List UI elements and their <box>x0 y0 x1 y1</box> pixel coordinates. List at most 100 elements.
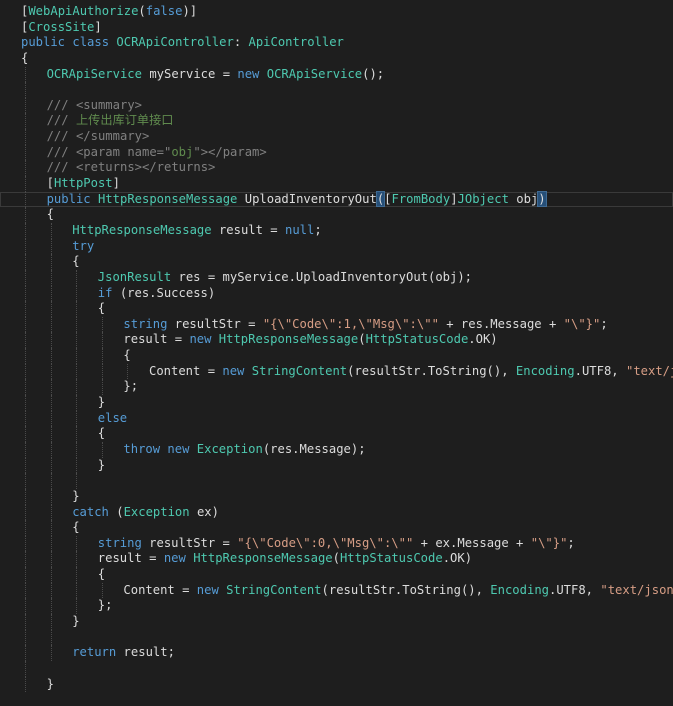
code-line[interactable]: } <box>0 488 673 505</box>
indent-guide <box>25 535 26 552</box>
code-token: class <box>72 35 110 50</box>
code-line[interactable]: /// 上传出库订单接口 <box>0 113 673 130</box>
indent-guide <box>76 535 78 552</box>
code-line[interactable] <box>0 473 673 489</box>
code-line[interactable]: public HttpResponseMessage UploadInvento… <box>0 190 673 208</box>
code-token: new <box>167 441 190 456</box>
code-line[interactable]: { <box>0 426 673 442</box>
code-line[interactable]: [WebApiAuthorize(false)] <box>0 4 673 20</box>
code-line[interactable]: Content = new StringContent(resultStr.To… <box>0 582 673 599</box>
code-line[interactable]: { <box>0 51 673 67</box>
code-area[interactable]: [WebApiAuthorize(false)] [CrossSite] publi… <box>0 4 673 693</box>
code-line[interactable]: /// </summary> <box>0 129 673 145</box>
indent-guide <box>50 379 52 396</box>
code-line[interactable] <box>0 629 673 646</box>
code-token: (), <box>486 363 516 378</box>
indent-guide <box>25 395 26 411</box>
code-editor[interactable]: [WebApiAuthorize(false)] [CrossSite] publi… <box>0 0 673 706</box>
indent-guide <box>25 113 26 130</box>
code-token: new <box>222 363 245 378</box>
code-line-text: if (res.Success) <box>98 286 215 302</box>
code-line[interactable]: }; <box>0 379 673 396</box>
code-token: (resultStr. <box>321 582 403 597</box>
indent-guide <box>76 285 78 302</box>
indent-guide <box>25 410 26 427</box>
indent-guide <box>25 207 26 223</box>
code-line-text: [HttpPost] <box>47 176 120 192</box>
indent-guide <box>50 410 52 427</box>
code-line[interactable]: /// <param name="obj"></param> <box>0 144 673 161</box>
code-line[interactable]: string resultStr = "{\"Code\":0,\"Msg\":… <box>0 535 673 552</box>
indent-guide <box>25 645 26 661</box>
indent-guide <box>50 238 52 255</box>
code-line-text: } <box>72 489 79 505</box>
code-token: + ex.Message + <box>413 535 531 550</box>
code-line[interactable]: throw new Exception(res.Message); <box>0 441 673 458</box>
code-line[interactable]: { <box>0 567 673 583</box>
code-line[interactable]: [HttpPost] <box>0 176 673 192</box>
code-line[interactable]: OCRApiService myService = new OCRApiServ… <box>0 66 673 83</box>
code-line[interactable]: } <box>0 395 673 411</box>
code-token: new <box>196 582 219 597</box>
code-token: /// <box>46 129 69 144</box>
code-line[interactable]: [CrossSite] <box>0 20 673 36</box>
code-token: ApiController <box>248 35 344 50</box>
code-token: new <box>189 332 212 347</box>
code-line[interactable]: HttpResponseMessage result = null; <box>0 222 673 239</box>
code-line[interactable]: string resultStr = "{\"Code\":1,\"Msg\":… <box>0 316 673 333</box>
code-line[interactable] <box>0 660 673 677</box>
code-line[interactable]: }; <box>0 598 673 614</box>
code-token: HttpResponseMessage <box>97 191 238 206</box>
code-token: public <box>21 35 66 50</box>
code-line[interactable]: { <box>0 207 673 223</box>
indent-guide <box>50 441 52 458</box>
code-token: StringContent <box>226 582 322 597</box>
code-token: try <box>72 238 95 253</box>
code-token: } <box>97 457 106 472</box>
indent-guide <box>50 457 52 474</box>
code-token: [ <box>384 191 392 206</box>
code-line-text: Content = new StringContent(resultStr.To… <box>149 364 673 380</box>
code-line[interactable]: } <box>0 613 673 630</box>
code-line[interactable]: { <box>0 254 673 270</box>
code-line[interactable]: return result; <box>0 645 673 661</box>
code-token: { <box>123 348 131 363</box>
code-line[interactable]: result = new HttpResponseMessage(HttpSta… <box>0 332 673 349</box>
code-token: WebApiAuthorize <box>28 4 139 18</box>
code-line[interactable]: if (res.Success) <box>0 285 673 302</box>
code-token: .UTF8, <box>574 363 626 378</box>
code-line[interactable]: } <box>0 457 673 474</box>
code-line-text: { <box>72 254 79 270</box>
code-line[interactable]: /// <returns></returns> <box>0 160 673 177</box>
code-token: { <box>97 567 106 582</box>
indent-guide <box>76 269 78 286</box>
code-line[interactable]: else <box>0 410 673 427</box>
code-line-text: }; <box>98 598 113 614</box>
code-token: "text/json" <box>600 582 673 597</box>
code-line-text: Content = new StringContent(resultStr.To… <box>123 583 673 599</box>
code-line[interactable]: result = new HttpResponseMessage(HttpSta… <box>0 551 673 568</box>
code-line[interactable] <box>0 82 673 98</box>
code-line-text: HttpResponseMessage result = null; <box>72 223 322 239</box>
code-token: ] <box>94 19 102 34</box>
code-line[interactable]: public class OCRApiController: ApiContro… <box>0 35 673 51</box>
code-token: )] <box>182 4 198 18</box>
code-line-text: /// </summary> <box>47 129 150 145</box>
code-token: OCRApiService <box>266 66 363 81</box>
code-line[interactable]: { <box>0 348 673 364</box>
code-token: "></param> <box>193 144 267 159</box>
indent-guide <box>76 598 78 614</box>
indent-guide <box>50 535 52 552</box>
code-token: result = <box>123 332 190 347</box>
code-line[interactable]: { <box>0 520 673 536</box>
code-line[interactable]: } <box>0 676 673 693</box>
code-line[interactable]: /// <summary> <box>0 97 673 114</box>
code-line[interactable]: { <box>0 301 673 317</box>
code-line[interactable]: catch (Exception ex) <box>0 504 673 521</box>
code-line[interactable]: try <box>0 238 673 255</box>
code-line[interactable]: Content = new StringContent(resultStr.To… <box>0 363 673 380</box>
indent-guide <box>50 629 52 646</box>
code-line-text: throw new Exception(res.Message); <box>123 442 365 458</box>
code-line[interactable]: JsonResult res = myService.UploadInvento… <box>0 269 673 286</box>
